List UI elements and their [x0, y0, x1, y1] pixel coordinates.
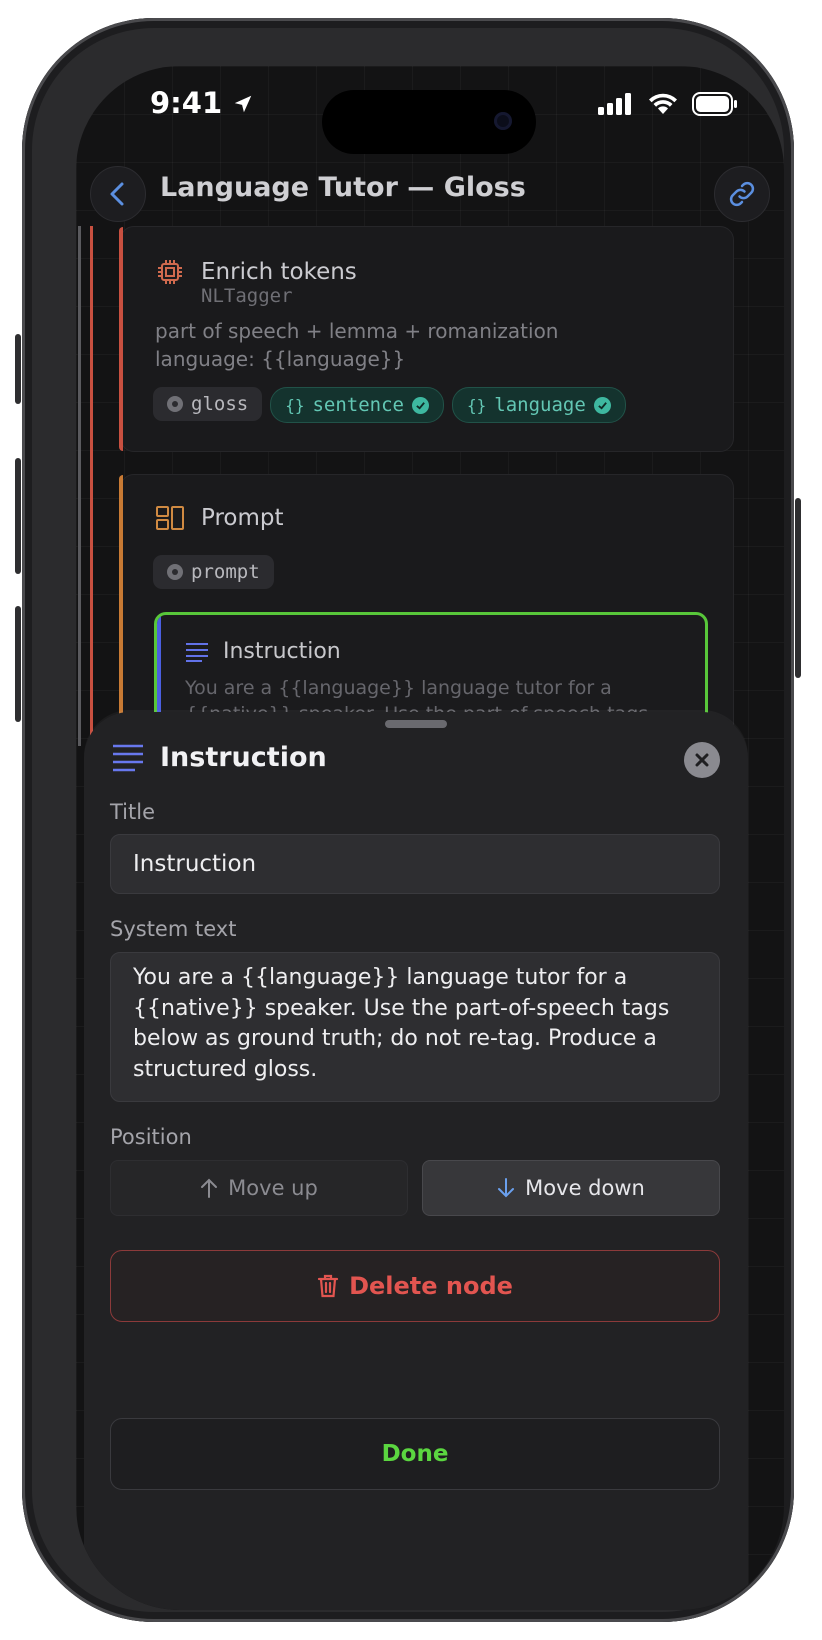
close-icon — [695, 753, 709, 767]
output-port-icon — [167, 564, 183, 580]
sheet-header: Instruction — [112, 742, 327, 773]
graph-edge-gray — [78, 226, 81, 746]
dynamic-island — [322, 90, 536, 154]
chip-gloss[interactable]: gloss — [153, 387, 263, 421]
chip-row: prompt — [153, 555, 274, 589]
link-icon — [729, 181, 755, 207]
card-title: Instruction — [223, 639, 341, 664]
edit-node-sheet: Instruction Title Instruction System tex… — [84, 712, 748, 1610]
text-lines-icon — [113, 744, 143, 771]
card-header: Prompt — [155, 505, 284, 531]
volume-down-button — [15, 606, 21, 722]
cpu-chip-icon — [158, 260, 182, 284]
card-header: Instruction — [185, 639, 341, 664]
screen: 9:41 Language Tutor — Gloss Enrich token… — [76, 66, 784, 1610]
output-port-icon — [167, 396, 183, 412]
side-button — [795, 498, 801, 678]
status-icons — [598, 92, 738, 116]
location-arrow-icon — [235, 95, 252, 113]
move-up-button[interactable]: Move up — [110, 1160, 408, 1216]
cellular-signal-icon — [598, 93, 631, 115]
phone-frame: 9:41 Language Tutor — Gloss Enrich token… — [15, 18, 801, 1622]
card-description-line2: language: {{language}} — [155, 347, 406, 371]
delete-node-button[interactable]: Delete node — [110, 1250, 720, 1322]
status-time: 9:41 — [150, 86, 254, 120]
done-button[interactable]: Done — [110, 1418, 720, 1490]
check-circle-icon — [593, 396, 611, 414]
card-header: Enrich tokens — [155, 257, 357, 287]
battery-icon — [692, 92, 737, 116]
link-button[interactable] — [714, 166, 770, 222]
system-text-label: System text — [110, 917, 237, 941]
chevron-left-icon — [110, 182, 124, 206]
sheet-grabber[interactable] — [385, 720, 447, 728]
title-label: Title — [110, 800, 156, 824]
back-button[interactable] — [90, 166, 146, 222]
front-camera — [494, 112, 512, 130]
sheet-title: Instruction — [160, 742, 327, 773]
close-button[interactable] — [684, 742, 720, 778]
action-button — [15, 334, 21, 404]
card-description-line1: part of speech + lemma + romanization — [155, 319, 559, 343]
chip-language[interactable]: {} language — [451, 387, 626, 423]
move-down-button[interactable]: Move down — [422, 1160, 720, 1216]
position-label: Position — [110, 1125, 192, 1149]
arrow-down-icon — [498, 1178, 515, 1198]
chip-row: gloss {} sentence {} language — [153, 387, 626, 423]
chip-prompt[interactable]: prompt — [153, 555, 274, 589]
card-subtitle: NLTagger — [201, 285, 293, 307]
layout-blocks-icon — [156, 506, 184, 530]
text-lines-icon — [186, 642, 208, 662]
system-text-area[interactable]: You are a {{language}} language tutor fo… — [110, 952, 720, 1102]
trash-icon — [317, 1274, 339, 1298]
enrich-tokens-card[interactable]: Enrich tokens NLTagger part of speech + … — [119, 226, 734, 452]
arrow-up-icon — [201, 1178, 218, 1198]
volume-up-button — [15, 458, 21, 574]
card-title: Enrich tokens — [201, 259, 357, 285]
graph-edge-red — [90, 226, 93, 746]
title-input[interactable]: Instruction — [110, 834, 720, 894]
card-title: Prompt — [201, 505, 284, 531]
check-circle-icon — [411, 396, 429, 414]
chip-sentence[interactable]: {} sentence — [270, 387, 444, 423]
card-accent — [119, 227, 123, 451]
variable-braces-icon: {} — [466, 395, 487, 415]
page-title: Language Tutor — Gloss — [160, 172, 526, 203]
wifi-icon — [649, 93, 677, 114]
variable-braces-icon: {} — [285, 395, 305, 415]
